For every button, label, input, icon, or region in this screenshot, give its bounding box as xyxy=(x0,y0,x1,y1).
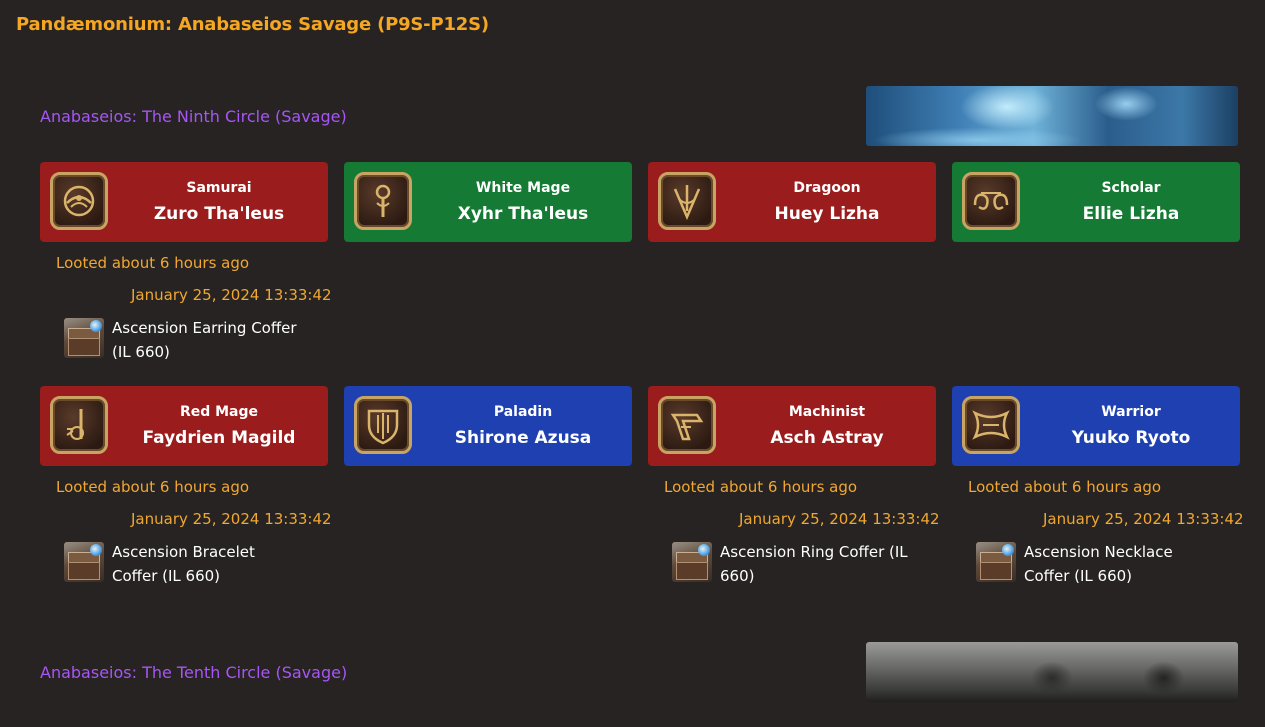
loot-item[interactable]: Ascension Bracelet Coffer (IL 660) xyxy=(64,540,304,585)
party-card-machinist[interactable]: Machinist Asch Astray xyxy=(648,386,936,466)
loot-time: Looted about 6 hours ago xyxy=(56,478,250,496)
player-name: Asch Astray xyxy=(770,428,884,448)
job-name: White Mage xyxy=(475,180,571,196)
loot-time: Looted about 6 hours ago xyxy=(56,254,250,272)
party-card-warrior[interactable]: Warrior Yuuko Ryoto xyxy=(952,386,1240,466)
section-title-ninth-circle[interactable]: Anabaseios: The Ninth Circle (Savage) xyxy=(40,107,347,126)
loot-time: Looted about 6 hours ago xyxy=(664,478,858,496)
loot-item[interactable]: Ascension Earring Coffer (IL 660) xyxy=(64,316,304,361)
loot-item-name: Ascension Bracelet Coffer (IL 660) xyxy=(112,543,255,585)
white-mage-icon xyxy=(354,172,412,230)
coffer-icon xyxy=(64,318,104,358)
loot-time: Looted about 6 hours ago xyxy=(968,478,1162,496)
party-card-paladin[interactable]: Paladin Shirone Azusa xyxy=(344,386,632,466)
loot-item[interactable]: Ascension Necklace Coffer (IL 660) xyxy=(976,540,1216,585)
player-name: Yuuko Ryoto xyxy=(1071,428,1191,448)
machinist-icon xyxy=(658,396,716,454)
samurai-icon xyxy=(50,172,108,230)
player-name: Zuro Tha'leus xyxy=(153,204,285,224)
job-name: Samurai xyxy=(186,180,252,196)
paladin-icon xyxy=(354,396,412,454)
player-name: Faydrien Magild xyxy=(142,428,296,448)
graveyard-landscape-banner xyxy=(866,642,1238,702)
coffer-icon xyxy=(64,542,104,582)
red-mage-icon xyxy=(50,396,108,454)
player-name: Ellie Lizha xyxy=(1082,204,1180,224)
coffer-icon xyxy=(976,542,1016,582)
party-card-dragoon[interactable]: Dragoon Huey Lizha xyxy=(648,162,936,242)
player-name: Huey Lizha xyxy=(774,204,880,224)
loot-item-name: Ascension Earring Coffer (IL 660) xyxy=(112,319,297,361)
ice-landscape-banner xyxy=(866,86,1238,146)
loot-date: January 25, 2024 13:33:42 xyxy=(131,286,332,304)
loot-date: January 25, 2024 13:33:42 xyxy=(131,510,332,528)
dragoon-icon xyxy=(658,172,716,230)
warrior-icon xyxy=(962,396,1020,454)
party-card-samurai[interactable]: Samurai Zuro Tha'leus xyxy=(40,162,328,242)
loot-date: January 25, 2024 13:33:42 xyxy=(739,510,940,528)
coffer-icon xyxy=(672,542,712,582)
section-title-tenth-circle[interactable]: Anabaseios: The Tenth Circle (Savage) xyxy=(40,663,347,682)
party-card-white-mage[interactable]: White Mage Xyhr Tha'leus xyxy=(344,162,632,242)
party-card-red-mage[interactable]: Red Mage Faydrien Magild xyxy=(40,386,328,466)
job-name: Dragoon xyxy=(793,180,861,196)
job-name: Red Mage xyxy=(179,404,259,420)
loot-item[interactable]: Ascension Ring Coffer (IL 660) xyxy=(672,540,912,585)
loot-item-name: Ascension Ring Coffer (IL 660) xyxy=(720,543,908,585)
job-name: Paladin xyxy=(493,404,553,420)
player-name: Shirone Azusa xyxy=(454,428,592,448)
job-name: Scholar xyxy=(1101,180,1161,196)
player-name: Xyhr Tha'leus xyxy=(457,204,589,224)
loot-date: January 25, 2024 13:33:42 xyxy=(1043,510,1244,528)
party-card-scholar[interactable]: Scholar Ellie Lizha xyxy=(952,162,1240,242)
page-title: Pandæmonium: Anabaseios Savage (P9S-P12S… xyxy=(16,14,489,35)
job-name: Machinist xyxy=(788,404,866,420)
job-name: Warrior xyxy=(1101,404,1161,420)
scholar-icon xyxy=(962,172,1020,230)
loot-item-name: Ascension Necklace Coffer (IL 660) xyxy=(1024,543,1173,585)
